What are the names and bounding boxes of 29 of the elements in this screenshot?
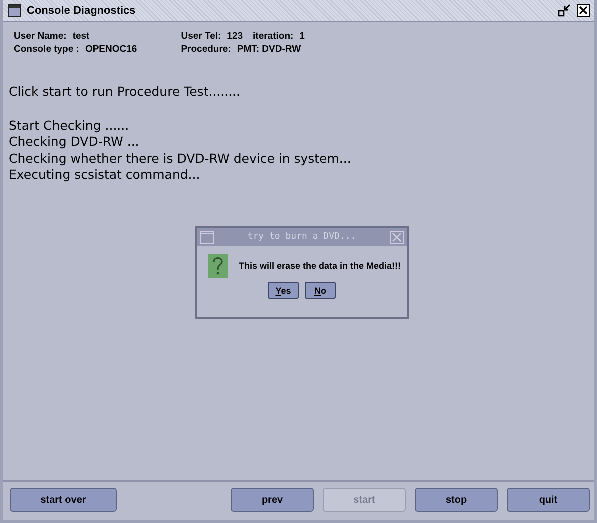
restore-icon[interactable] [558,4,571,17]
field-label: iteration: [253,31,294,42]
field-value: PMT: DVD-RW [237,44,302,55]
field-value: 1 [300,31,305,42]
action-button[interactable]: quit [507,488,590,512]
action-button[interactable]: prev [231,488,314,512]
field-label: User Name: [14,31,67,42]
field-value: test [72,31,90,42]
window-icon [200,230,214,244]
log-line: Checking whether there is DVD-RW device in system... [9,150,352,167]
dialog-button[interactable]: No [305,282,336,299]
dialog-message: This will erase the data in the Media!!! [239,261,402,271]
window-title: Console Diagnostics [27,4,136,16]
question-icon [208,254,228,278]
log-line: Click start to run Procedure Test........ [9,84,242,100]
dialog-title: try to burn a DVD... [246,232,358,242]
action-button[interactable]: stop [415,488,498,512]
log-line: Checking DVD-RW ... [9,134,140,150]
log-line: Executing scsistat command... [9,167,202,184]
log-line: Start Checking ...... [9,118,130,134]
action-button[interactable]: start over [10,488,117,512]
field-label: Console type : [14,44,80,55]
dialog-button[interactable]: Yes [268,282,299,299]
window-icon [8,4,21,17]
field-label: Procedure: [181,44,232,55]
field-value: OPENOC16 [85,44,138,55]
close-icon[interactable] [577,4,590,17]
field-label: User Tel: [181,31,222,42]
field-value: 123 [227,31,244,42]
